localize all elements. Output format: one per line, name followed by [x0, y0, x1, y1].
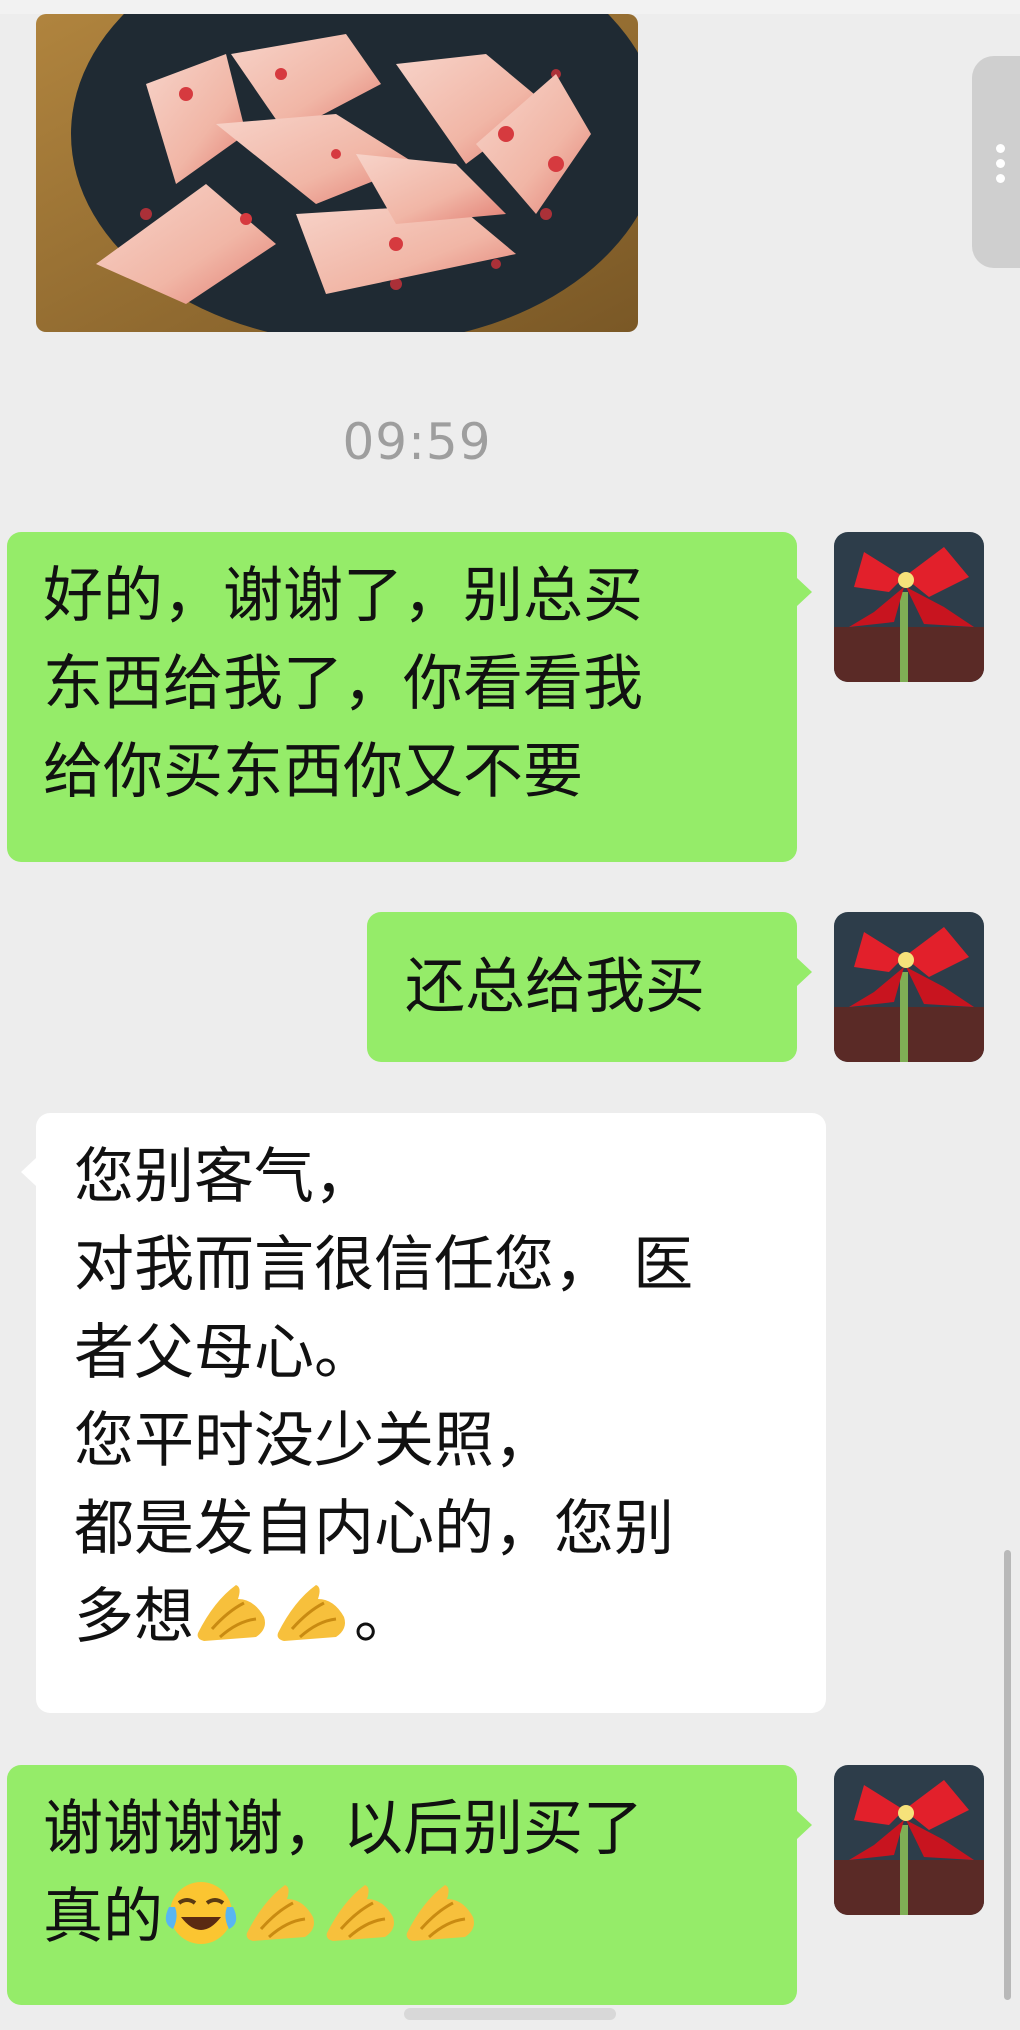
bubble-tail — [797, 578, 812, 606]
message-line: 东西给我了，你看看我 — [43, 649, 643, 719]
message-line: 您平时没少关照， — [74, 1406, 554, 1476]
user-avatar[interactable] — [834, 532, 984, 682]
folded-hands-emoji-icon — [194, 1577, 270, 1647]
vertical-ellipsis-icon — [996, 174, 1005, 183]
folded-hands-emoji-icon — [243, 1877, 319, 1947]
user-avatar[interactable] — [834, 912, 984, 1062]
message-line: 对我而言很信任您， 医 — [74, 1230, 694, 1300]
received-message-bubble[interactable]: 您别客气， 对我而言很信任您， 医 者父母心。 您平时没少关照， 都是发自内心的… — [36, 1113, 826, 1713]
message-line: 谢谢谢谢，以后别买了 — [43, 1794, 643, 1864]
message-line: 真的 — [43, 1873, 761, 1961]
message-text: 真的 — [43, 1882, 163, 1952]
message-line: 者父母心。 — [74, 1318, 374, 1388]
vertical-ellipsis-icon — [996, 159, 1005, 168]
message-text: 。 — [354, 1582, 414, 1652]
message-line: 还总给我买 — [405, 952, 705, 1022]
top-divider — [0, 0, 1020, 14]
folded-hands-emoji-icon — [323, 1877, 399, 1947]
message-line: 多想 。 — [74, 1573, 788, 1661]
bubble-tail — [21, 1158, 36, 1186]
sent-message-bubble[interactable]: 还总给我买 — [367, 912, 797, 1062]
message-line: 给你买东西你又不要 — [43, 737, 583, 807]
vertical-ellipsis-icon — [996, 144, 1005, 153]
crying-laughing-emoji-icon — [163, 1877, 239, 1947]
sent-message-bubble[interactable]: 谢谢谢谢，以后别买了 真的 — [7, 1765, 797, 2005]
bubble-tail — [797, 1811, 812, 1839]
sent-message-bubble[interactable]: 好的，谢谢了，别总买 东西给我了，你看看我 给你买东西你又不要 — [7, 532, 797, 862]
folded-hands-emoji-icon — [403, 1877, 479, 1947]
scrollbar[interactable] — [1004, 1550, 1011, 2000]
bubble-tail — [797, 958, 812, 986]
message-line: 都是发自内心的，您别 — [74, 1494, 674, 1564]
folded-hands-emoji-icon — [274, 1577, 350, 1647]
user-avatar[interactable] — [834, 1765, 984, 1915]
message-line: 您别客气， — [74, 1142, 374, 1212]
message-text: 多想 — [74, 1582, 194, 1652]
image-message-peaches[interactable] — [36, 14, 638, 332]
home-indicator[interactable] — [404, 2008, 616, 2020]
message-timestamp: 09:59 — [342, 413, 492, 471]
message-line: 好的，谢谢了，别总买 — [43, 561, 643, 631]
side-drawer-handle[interactable] — [972, 56, 1020, 268]
